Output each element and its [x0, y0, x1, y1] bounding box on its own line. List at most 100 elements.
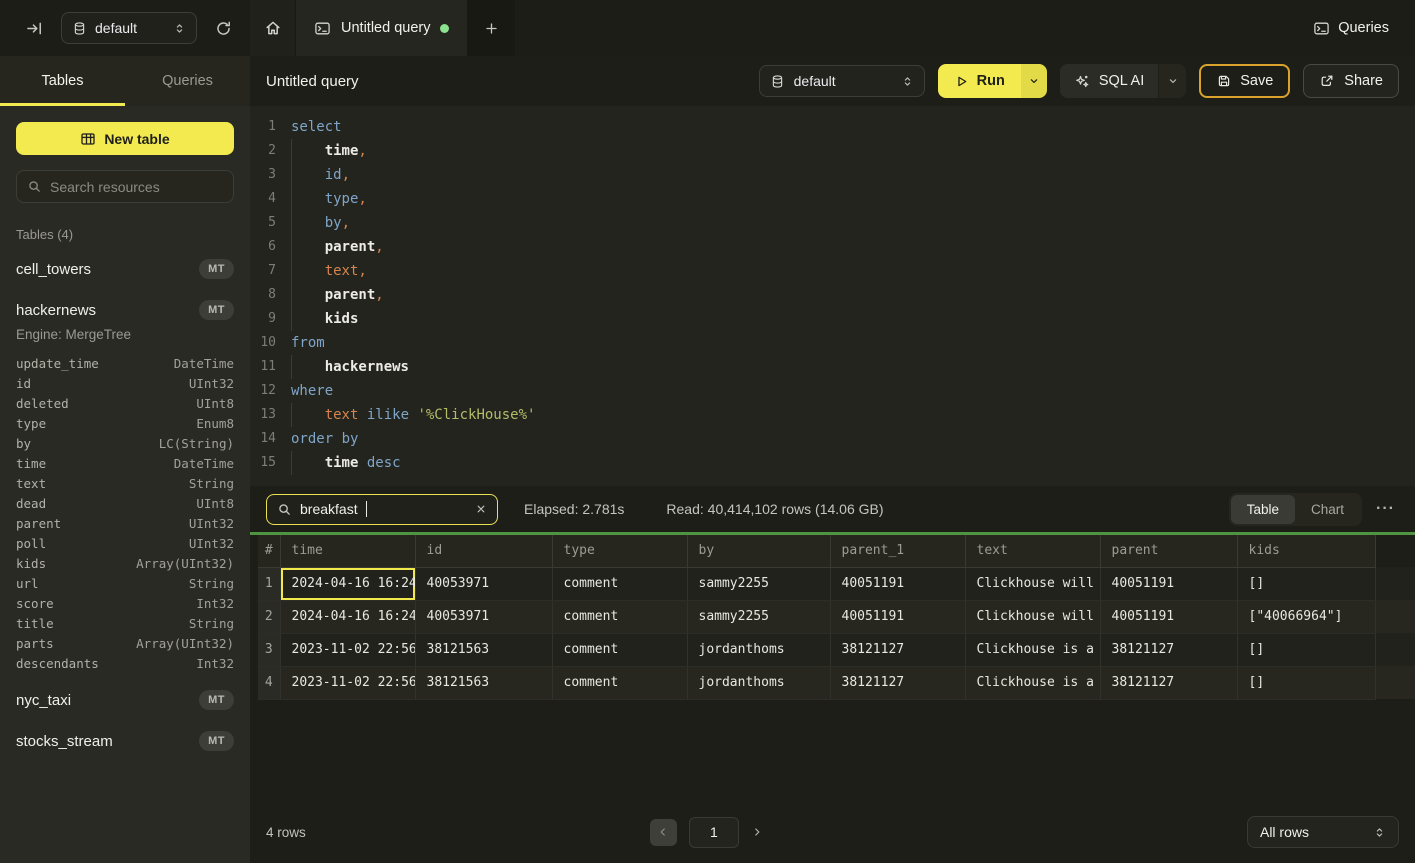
save-button[interactable]: Save	[1199, 64, 1290, 98]
new-table-button[interactable]: New table	[16, 122, 234, 155]
cell-parent_1[interactable]: 38121127	[830, 633, 965, 666]
cell-time[interactable]: 2023-11-02 22:56…	[280, 666, 415, 699]
queries-button[interactable]: Queries	[1287, 0, 1415, 56]
cell-parent_1[interactable]: 38121127	[830, 666, 965, 699]
column-item-title[interactable]: titleString	[16, 613, 234, 633]
column-item-dead[interactable]: deadUInt8	[16, 493, 234, 513]
editor-line-15[interactable]: 15 time desc	[250, 451, 1415, 475]
cell-parent_1[interactable]: 40051191	[830, 567, 965, 600]
column-header-time[interactable]: time	[280, 535, 415, 567]
column-item-time[interactable]: timeDateTime	[16, 453, 234, 473]
editor-line-3[interactable]: 3 id,	[250, 163, 1415, 187]
column-header-parent[interactable]: parent	[1100, 535, 1237, 567]
cell-text[interactable]: Clickhouse is a …	[965, 666, 1100, 699]
view-toggle-table[interactable]: Table	[1231, 495, 1295, 524]
cell-parent[interactable]: 38121127	[1100, 633, 1237, 666]
cell-kids[interactable]: ["40066964"]	[1237, 600, 1375, 633]
page-size-selector[interactable]: All rows	[1247, 816, 1399, 848]
refresh-button[interactable]	[211, 16, 236, 41]
cell-id[interactable]: 40053971	[415, 600, 552, 633]
cell-by[interactable]: sammy2255	[687, 600, 830, 633]
column-header-text[interactable]: text	[965, 535, 1100, 567]
topbar-database-selector[interactable]: default	[61, 12, 197, 44]
cell-by[interactable]: sammy2255	[687, 567, 830, 600]
table-row[interactable]: 32023-11-02 22:56…38121563commentjordant…	[258, 633, 1415, 666]
cell-type[interactable]: comment	[552, 666, 687, 699]
column-item-type[interactable]: typeEnum8	[16, 413, 234, 433]
cell-type[interactable]: comment	[552, 633, 687, 666]
column-item-parts[interactable]: partsArray(UInt32)	[16, 633, 234, 653]
query-database-selector[interactable]: default	[759, 65, 925, 97]
editor-line-4[interactable]: 4 type,	[250, 187, 1415, 211]
cell-by[interactable]: jordanthoms	[687, 666, 830, 699]
cell-parent[interactable]: 38121127	[1100, 666, 1237, 699]
column-item-score[interactable]: scoreInt32	[16, 593, 234, 613]
cell-text[interactable]: Clickhouse will …	[965, 567, 1100, 600]
table-item-hackernews[interactable]: hackernewsMT	[16, 296, 234, 324]
editor-line-10[interactable]: 10from	[250, 331, 1415, 355]
sql-ai-button[interactable]: SQL AI	[1060, 64, 1158, 98]
table-item-stocks_stream[interactable]: stocks_streamMT	[16, 727, 234, 755]
cell-text[interactable]: Clickhouse will …	[965, 600, 1100, 633]
home-button[interactable]	[250, 0, 295, 56]
editor-line-2[interactable]: 2 time,	[250, 139, 1415, 163]
share-button[interactable]: Share	[1303, 64, 1399, 98]
cell-parent[interactable]: 40051191	[1100, 567, 1237, 600]
cell-id[interactable]: 38121563	[415, 666, 552, 699]
sql-ai-options-button[interactable]	[1158, 64, 1186, 98]
column-item-descendants[interactable]: descendantsInt32	[16, 653, 234, 673]
cell-id[interactable]: 40053971	[415, 567, 552, 600]
sidebar-tab-tables[interactable]: Tables	[0, 56, 125, 106]
cell-by[interactable]: jordanthoms	[687, 633, 830, 666]
table-row[interactable]: 12024-04-16 16:24…40053971commentsammy22…	[258, 567, 1415, 600]
column-item-update_time[interactable]: update_timeDateTime	[16, 353, 234, 373]
editor-line-6[interactable]: 6 parent,	[250, 235, 1415, 259]
column-header-parent_1[interactable]: parent_1	[830, 535, 965, 567]
cell-time[interactable]: 2024-04-16 16:24…	[280, 567, 415, 600]
collapse-sidebar-button[interactable]	[22, 16, 47, 41]
new-tab-button[interactable]	[467, 0, 515, 56]
run-options-button[interactable]	[1021, 64, 1047, 98]
editor-line-12[interactable]: 12where	[250, 379, 1415, 403]
column-item-poll[interactable]: pollUInt32	[16, 533, 234, 553]
tab-untitled-query[interactable]: Untitled query	[296, 0, 467, 56]
cell-id[interactable]: 38121563	[415, 633, 552, 666]
editor-line-7[interactable]: 7 text,	[250, 259, 1415, 283]
cell-time[interactable]: 2023-11-02 22:56…	[280, 633, 415, 666]
cell-parent_1[interactable]: 40051191	[830, 600, 965, 633]
column-item-id[interactable]: idUInt32	[16, 373, 234, 393]
editor-line-8[interactable]: 8 parent,	[250, 283, 1415, 307]
column-item-kids[interactable]: kidsArray(UInt32)	[16, 553, 234, 573]
next-page-button[interactable]	[751, 826, 763, 838]
clear-search-button[interactable]	[475, 503, 487, 515]
column-header-id[interactable]: id	[415, 535, 552, 567]
table-row[interactable]: 42023-11-02 22:56…38121563commentjordant…	[258, 666, 1415, 699]
column-item-text[interactable]: textString	[16, 473, 234, 493]
run-button[interactable]: Run	[938, 64, 1021, 98]
column-item-url[interactable]: urlString	[16, 573, 234, 593]
cell-type[interactable]: comment	[552, 567, 687, 600]
cell-type[interactable]: comment	[552, 600, 687, 633]
previous-page-button[interactable]	[650, 819, 677, 846]
view-toggle-chart[interactable]: Chart	[1295, 495, 1360, 524]
column-item-deleted[interactable]: deletedUInt8	[16, 393, 234, 413]
more-options-button[interactable]: ···	[1372, 498, 1399, 520]
cell-kids[interactable]: []	[1237, 567, 1375, 600]
sql-editor[interactable]: 1select2 time,3 id,4 type,5 by,6 parent,…	[250, 106, 1415, 486]
cell-parent[interactable]: 40051191	[1100, 600, 1237, 633]
column-item-by[interactable]: byLC(String)	[16, 433, 234, 453]
current-page[interactable]: 1	[689, 817, 739, 848]
column-header-num[interactable]: #	[258, 535, 280, 567]
column-header-by[interactable]: by	[687, 535, 830, 567]
table-item-nyc_taxi[interactable]: nyc_taxiMT	[16, 686, 234, 714]
editor-line-5[interactable]: 5 by,	[250, 211, 1415, 235]
editor-line-1[interactable]: 1select	[250, 115, 1415, 139]
column-header-kids[interactable]: kids	[1237, 535, 1375, 567]
cell-text[interactable]: Clickhouse is a …	[965, 633, 1100, 666]
editor-line-9[interactable]: 9 kids	[250, 307, 1415, 331]
cell-time[interactable]: 2024-04-16 16:24…	[280, 600, 415, 633]
result-search-box[interactable]: breakfast	[266, 494, 498, 525]
editor-line-13[interactable]: 13 text ilike '%ClickHouse%'	[250, 403, 1415, 427]
sidebar-tab-queries[interactable]: Queries	[125, 56, 250, 106]
editor-line-11[interactable]: 11 hackernews	[250, 355, 1415, 379]
